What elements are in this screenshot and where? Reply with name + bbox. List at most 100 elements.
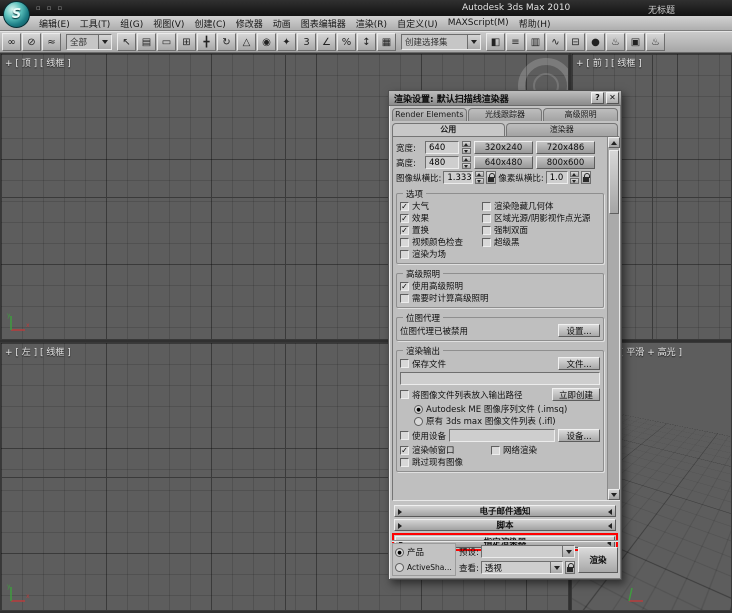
option-checkbox-row[interactable]: 视频颜色检查	[400, 236, 482, 248]
chevron-down-icon[interactable]	[562, 546, 574, 557]
rectangular-selection-region-icon[interactable]: ▭	[157, 33, 176, 51]
menu-item[interactable]: 动画	[268, 16, 296, 31]
menu-item[interactable]: 视图(V)	[148, 16, 189, 31]
percent-snap-icon[interactable]: %	[337, 33, 356, 51]
lock-icon[interactable]	[580, 171, 591, 184]
window-title-bar[interactable]: ▫ ▫ ▫ Autodesk 3ds Max 2010 无标题	[0, 0, 732, 16]
option-checkbox-row[interactable]: 渲染为场	[400, 248, 482, 260]
mirror-icon[interactable]: ◧	[486, 33, 505, 51]
advanced-lighting-checkbox-row[interactable]: 需要时计算高级照明	[400, 292, 600, 304]
checkbox[interactable]: ✓	[400, 445, 409, 455]
checkbox[interactable]	[400, 431, 409, 440]
devices-button[interactable]: 设备...	[558, 429, 600, 442]
rollout-email-notifications[interactable]: 电子邮件通知	[394, 505, 616, 517]
device-field[interactable]	[449, 429, 555, 442]
checkbox[interactable]	[482, 225, 491, 235]
checkbox[interactable]	[400, 359, 409, 368]
viewport-label-front[interactable]: + [ 前 ] [ 线框 ]	[576, 56, 642, 69]
image-aspect-field[interactable]: 1.333	[443, 171, 474, 184]
checkbox[interactable]	[482, 201, 491, 211]
schematic-view-icon[interactable]: ⊟	[566, 33, 585, 51]
close-button[interactable]: ✕	[606, 92, 619, 104]
width-field[interactable]: 640	[425, 141, 459, 154]
checkbox[interactable]: ✓	[400, 213, 409, 223]
select-by-name-icon[interactable]: ▤	[137, 33, 156, 51]
chevron-down-icon[interactable]	[98, 35, 111, 49]
option-checkbox-row[interactable]: ✓ 效果	[400, 212, 482, 224]
radio-button[interactable]: ●	[414, 404, 423, 414]
tab-raytracer[interactable]: 光线跟踪器	[467, 108, 543, 121]
checkbox[interactable]	[400, 457, 409, 467]
production-radio-row[interactable]: ● 产品	[395, 546, 453, 558]
window-crossing-icon[interactable]: ⊞	[177, 33, 196, 51]
checkbox[interactable]	[482, 213, 491, 223]
output-path-field[interactable]	[400, 372, 600, 385]
bind-to-space-warp-icon[interactable]: ≈	[42, 33, 61, 51]
rollout-scripts[interactable]: 脚本	[394, 519, 616, 531]
tab-render-elements[interactable]: Render Elements	[392, 108, 467, 121]
option-checkbox-row[interactable]: ✓ 置换	[400, 224, 482, 236]
preset-720x486-button[interactable]: 720x486	[536, 141, 595, 154]
radio-button[interactable]	[395, 562, 404, 572]
viewport-label-left[interactable]: + [ 左 ] [ 线框 ]	[5, 345, 71, 358]
dialog-scrollbar[interactable]	[607, 137, 620, 500]
select-and-rotate-icon[interactable]: ↻	[217, 33, 236, 51]
chevron-down-icon[interactable]	[550, 562, 562, 573]
quick-render-icon[interactable]: ♨	[646, 33, 665, 51]
rendered-frame-window-checkbox-row[interactable]: ✓ 渲染帧窗口	[400, 444, 488, 456]
named-selection-set-dropdown[interactable]: 创建选择集	[401, 34, 481, 50]
preset-dropdown[interactable]	[480, 545, 575, 558]
imsq-radio-row[interactable]: ● Autodesk ME 图像序列文件 (.imsq)	[414, 403, 600, 415]
select-and-scale-icon[interactable]: △	[237, 33, 256, 51]
render-button[interactable]: 渲染	[578, 546, 618, 573]
checkbox[interactable]	[400, 249, 409, 259]
checkbox[interactable]: ✓	[400, 201, 409, 211]
option-checkbox-row[interactable]: 超级黑	[482, 236, 600, 248]
radio-button[interactable]	[414, 416, 423, 426]
snap-toggle-3d-icon[interactable]: 3	[297, 33, 316, 51]
width-spinner[interactable]	[462, 141, 471, 154]
curve-editor-icon[interactable]: ∿	[546, 33, 565, 51]
tab-renderer[interactable]: 渲染器	[505, 123, 618, 136]
help-button[interactable]: ?	[591, 92, 604, 104]
checkbox[interactable]: ✓	[400, 281, 409, 291]
activeshade-radio-row[interactable]: ActiveShade	[395, 561, 453, 573]
menu-item[interactable]: 创建(C)	[189, 16, 230, 31]
checkbox[interactable]: ✓	[400, 225, 409, 235]
use-pivot-point-center-icon[interactable]: ◉	[257, 33, 276, 51]
image-file-list-checkbox-row[interactable]: 将图像文件列表放入输出路径	[400, 389, 549, 401]
create-now-button[interactable]: 立即创建	[552, 388, 600, 401]
preset-320x240-button[interactable]: 320x240	[474, 141, 533, 154]
lock-icon[interactable]	[565, 561, 575, 574]
use-device-checkbox-row[interactable]: 使用设备	[400, 430, 446, 442]
preset-800x600-button[interactable]: 800x600	[536, 156, 595, 169]
menu-item[interactable]: 编辑(E)	[34, 16, 75, 31]
menu-item[interactable]: 自定义(U)	[392, 16, 443, 31]
save-file-checkbox-row[interactable]: 保存文件	[400, 358, 555, 370]
height-spinner[interactable]	[462, 156, 471, 169]
menu-item[interactable]: 渲染(R)	[351, 16, 392, 31]
pixel-aspect-field[interactable]: 1.0	[545, 171, 568, 184]
3ds-max-logo-icon[interactable]: S	[3, 1, 30, 28]
option-checkbox-row[interactable]: ✓ 大气	[400, 200, 482, 212]
lock-icon[interactable]	[486, 171, 497, 184]
checkbox[interactable]	[482, 237, 491, 247]
chevron-down-icon[interactable]	[467, 35, 480, 49]
tab-advanced-lighting[interactable]: 高级照明	[543, 108, 619, 121]
menu-item[interactable]: 修改器	[231, 16, 268, 31]
menu-item[interactable]: 组(G)	[115, 16, 148, 31]
preset-640x480-button[interactable]: 640x480	[474, 156, 533, 169]
tab-common[interactable]: 公用	[392, 123, 505, 136]
layer-manager-icon[interactable]: ▥	[526, 33, 545, 51]
radio-button[interactable]: ●	[395, 547, 404, 557]
menu-item[interactable]: 工具(T)	[75, 16, 116, 31]
viewport-dropdown[interactable]: 透视	[480, 561, 563, 574]
net-render-checkbox-row[interactable]: 网络渲染	[491, 444, 537, 456]
option-checkbox-row[interactable]: 渲染隐藏几何体	[482, 200, 600, 212]
pixel-aspect-spinner[interactable]	[569, 171, 579, 184]
menu-item[interactable]: 图表编辑器	[296, 16, 351, 31]
scroll-down-icon[interactable]	[608, 489, 620, 500]
checkbox[interactable]	[400, 237, 409, 247]
option-checkbox-row[interactable]: 强制双面	[482, 224, 600, 236]
option-checkbox-row[interactable]: 区域光源/阴影视作点光源	[482, 212, 600, 224]
